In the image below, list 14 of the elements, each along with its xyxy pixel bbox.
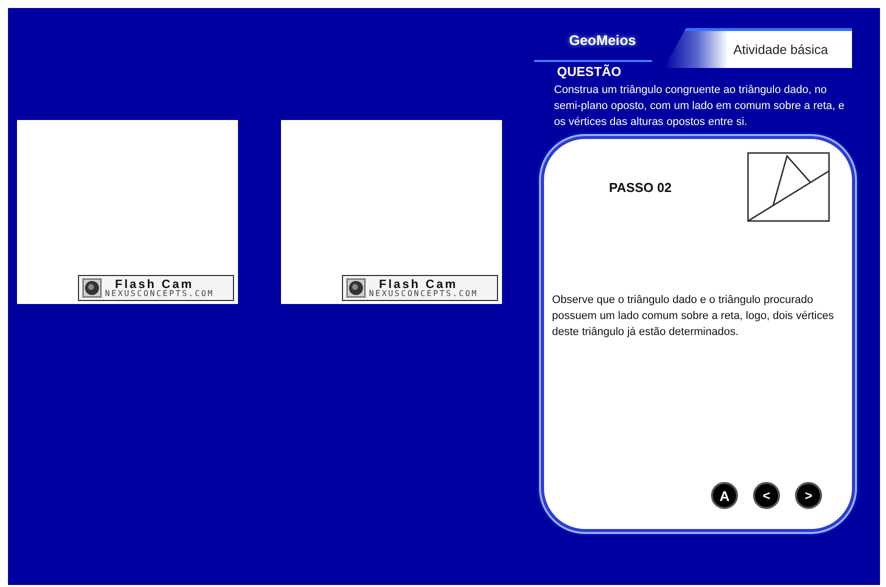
answer-button[interactable]: A xyxy=(711,482,738,509)
step-title: PASSO 02 xyxy=(609,180,672,195)
step-text: Observe que o triângulo dado e o triângulo procurado possuem um lado comum sobre a reta, logo, dois vértices deste triângulo já estão determinados. xyxy=(552,293,835,340)
webcam-icon xyxy=(346,278,366,298)
brand-title: GeoMeios xyxy=(569,32,637,48)
webcam-icon xyxy=(82,278,102,298)
question-text: Construa um triângulo congruente ao triângulo dado, no semi-plano oposto, com um lado em comum sobre a reta, e os vértices das alturas opostos entre si. xyxy=(554,83,846,130)
badge-subtitle: NEXUSCONCEPTS.COM xyxy=(105,290,214,298)
badge-title: Flash Cam xyxy=(115,278,194,290)
previous-button[interactable]: < xyxy=(753,482,780,509)
question-heading: QUESTÃO xyxy=(557,64,622,79)
next-button[interactable]: > xyxy=(795,482,822,509)
badge-subtitle: NEXUSCONCEPTS.COM xyxy=(369,290,478,298)
badge-title: Flash Cam xyxy=(379,278,458,290)
